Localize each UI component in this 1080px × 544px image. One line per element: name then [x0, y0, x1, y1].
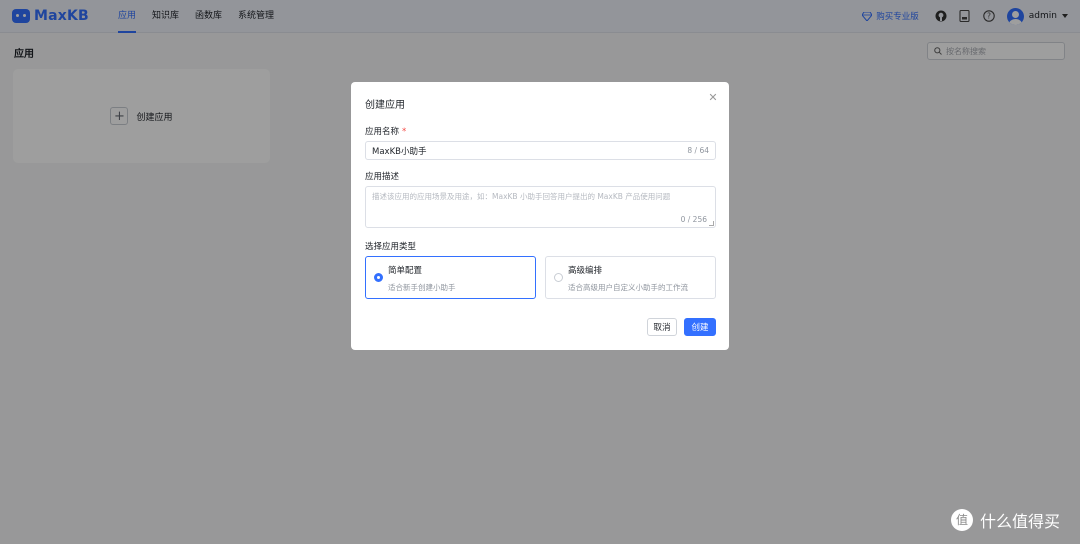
radio-unselected-icon[interactable]: [554, 273, 563, 282]
cancel-button[interactable]: 取消: [647, 318, 677, 336]
close-icon[interactable]: ✕: [707, 92, 719, 104]
type-option-simple[interactable]: 简单配置 适合新手创建小助手: [365, 256, 536, 299]
app-name-value: MaxKB小助手: [372, 146, 427, 157]
type-option-desc: 适合高级用户自定义小助手的工作流: [568, 283, 688, 292]
create-app-dialog: 创建应用 ✕ 应用名称 * MaxKB小助手 8 / 64 应用描述 描述该应用的…: [351, 82, 729, 350]
type-option-title: 简单配置: [388, 266, 423, 276]
app-name-counter: 8 / 64: [687, 146, 709, 155]
app-type-label: 选择应用类型: [365, 242, 417, 252]
app-desc-placeholder: 描述该应用的应用场景及用途，如：MaxKB 小助手回答用户提出的 MaxKB 产…: [372, 192, 671, 201]
app-name-label: 应用名称 *: [365, 125, 406, 137]
type-option-advanced[interactable]: 高级编排 适合高级用户自定义小助手的工作流: [545, 256, 716, 299]
watermark-logo-icon: [951, 509, 973, 531]
app-desc-label: 应用描述: [365, 172, 400, 182]
required-mark: *: [402, 127, 407, 137]
radio-selected-icon[interactable]: [374, 273, 383, 282]
type-option-desc: 适合新手创建小助手: [388, 283, 456, 292]
app-desc-field[interactable]: 描述该应用的应用场景及用途，如：MaxKB 小助手回答用户提出的 MaxKB 产…: [365, 186, 716, 228]
watermark: 什么值得买: [951, 508, 1060, 532]
watermark-text: 什么值得买: [980, 512, 1061, 531]
app-desc-counter: 0 / 256: [680, 215, 707, 224]
dialog-title: 创建应用: [365, 100, 405, 111]
app-name-label-text: 应用名称: [365, 127, 400, 137]
type-option-title: 高级编排: [568, 266, 603, 276]
create-button[interactable]: 创建: [684, 318, 716, 336]
resize-handle-icon[interactable]: [709, 221, 714, 226]
app-name-field[interactable]: MaxKB小助手 8 / 64: [365, 141, 716, 160]
